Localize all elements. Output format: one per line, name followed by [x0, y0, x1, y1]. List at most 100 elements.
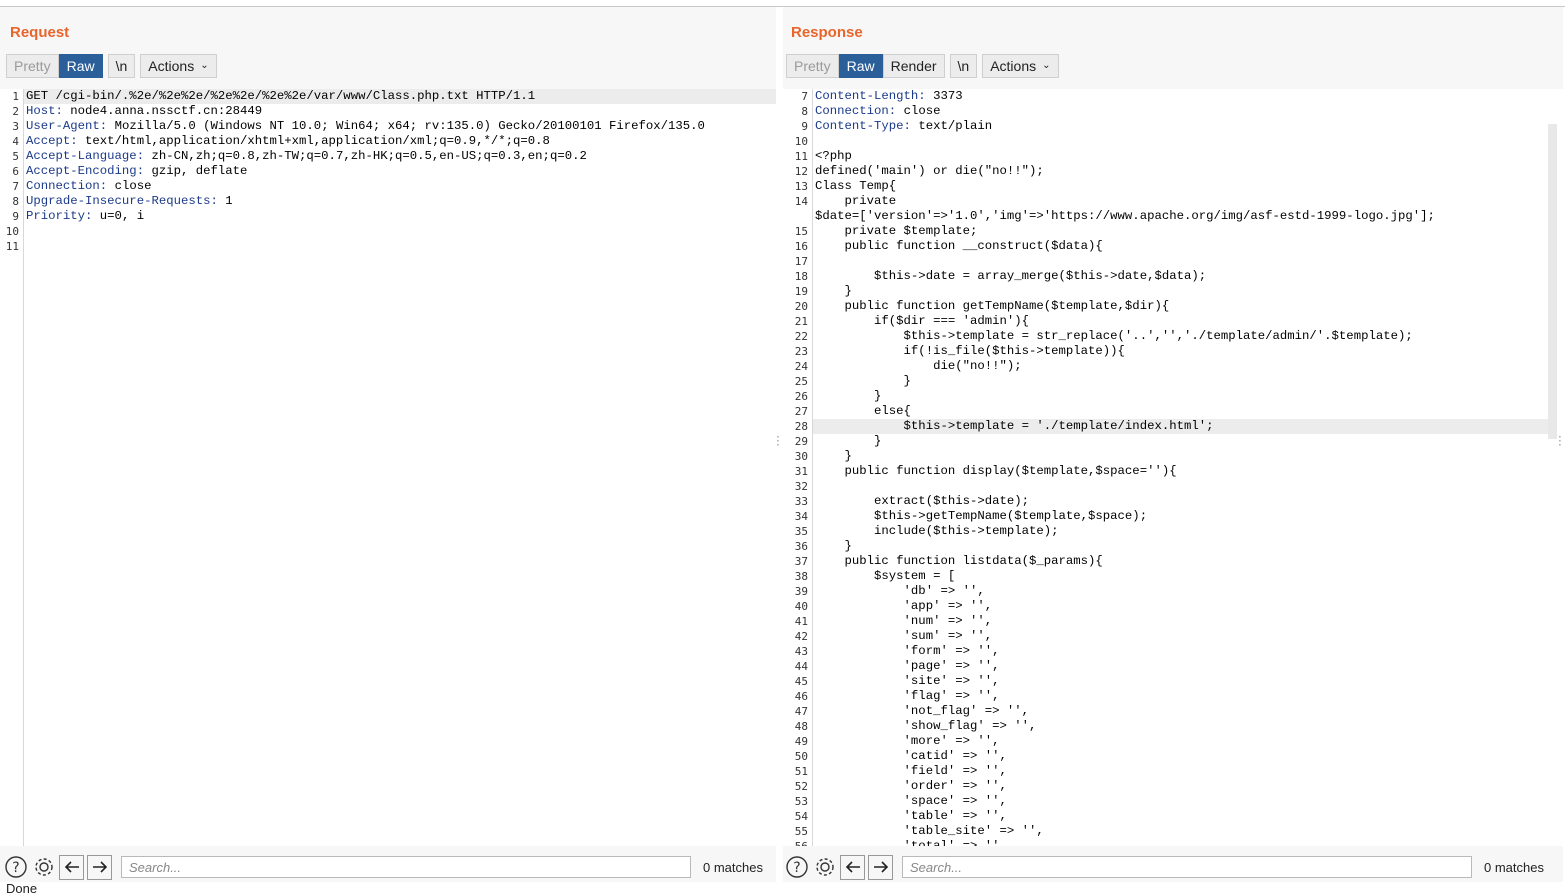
- response-editor[interactable]: 7 Content-Length: 3373 8 Connection: close 9…: [783, 89, 1563, 846]
- line-number: 7: [801, 90, 808, 103]
- code-line: 'field' => '',: [815, 764, 1007, 779]
- line-text: $date=['version'=>'1.0','img'=>'https://…: [815, 209, 1435, 223]
- code-line: <?php: [815, 149, 852, 164]
- response-prev-button[interactable]: [840, 854, 865, 880]
- response-search-input[interactable]: [902, 856, 1472, 878]
- svg-text:?: ?: [793, 860, 800, 876]
- request-actions-button[interactable]: Actions ⌄: [140, 53, 217, 78]
- line-text: public function display($template,$space…: [815, 464, 1177, 478]
- line-number: 23: [794, 345, 808, 358]
- line-number: 32: [794, 480, 808, 493]
- line-text: 'num' => '',: [815, 614, 993, 628]
- line-number: 1: [12, 90, 19, 103]
- chevron-down-icon: ⌄: [1042, 60, 1051, 71]
- settings-icon: [34, 858, 53, 876]
- code-line: 'table' => '',: [815, 809, 1007, 824]
- line-text: $this->date = array_merge($this->date,$d…: [815, 269, 1207, 283]
- request-tab-pretty[interactable]: Pretty: [6, 53, 59, 78]
- line-number: 22: [794, 330, 808, 343]
- code-line: 'page' => '',: [815, 659, 1000, 674]
- line-number: 13: [794, 180, 808, 193]
- request-tab-raw[interactable]: Raw: [58, 53, 103, 78]
- code-line: $this->date = array_merge($this->date,$d…: [815, 269, 1206, 284]
- line-text: }: [815, 449, 852, 463]
- line-text: 'show_flag' => '',: [815, 719, 1037, 733]
- code-line: 'space' => '',: [815, 794, 1007, 809]
- response-tab-raw[interactable]: Raw: [838, 53, 883, 78]
- code-line: Host: node4.anna.nssctf.cn:28449: [26, 104, 262, 119]
- code-line: User-Agent: Mozilla/5.0 (Windows NT 10.0…: [26, 119, 705, 134]
- line-text: GET /cgi-bin/.%2e/%2e%2e/%2e%2e/%2e%2e/v…: [26, 89, 536, 103]
- request-settings-button[interactable]: [31, 855, 56, 880]
- response-tab-pretty[interactable]: Pretty: [786, 53, 839, 78]
- code-line: $date=['version'=>'1.0','img'=>'https://…: [815, 209, 1435, 224]
- code-line: public function __construct($data){: [815, 239, 1103, 254]
- code-line: Content-Length: 3373: [815, 89, 963, 104]
- response-tab-render[interactable]: Render: [882, 53, 945, 78]
- code-line: Priority: u=0, i: [26, 209, 144, 224]
- line-text: private: [815, 194, 897, 208]
- code-line: if($dir === 'admin'){: [815, 314, 1029, 329]
- line-text: 'table_site' => '',: [815, 824, 1044, 838]
- line-number: 56: [783, 840, 808, 846]
- line-number: 5: [12, 150, 19, 163]
- line-number: 29: [794, 435, 808, 448]
- code-line: defined('main') or die("no!!");: [815, 164, 1044, 179]
- svg-text:?: ?: [12, 860, 19, 876]
- code-line: public function getTempName($template,$d…: [815, 299, 1170, 314]
- response-actions-button[interactable]: Actions ⌄: [982, 53, 1059, 78]
- response-settings-button[interactable]: [812, 855, 837, 880]
- request-help-button[interactable]: ?: [3, 855, 28, 880]
- line-number: 10: [794, 135, 808, 148]
- request-tab-newline[interactable]: \n: [107, 53, 136, 78]
- line-number: 7: [12, 180, 19, 193]
- line-text: u=0, i: [92, 209, 145, 223]
- code-line: Class Temp{: [815, 179, 896, 194]
- response-help-button[interactable]: ?: [784, 855, 809, 880]
- line-number: 43: [794, 645, 808, 658]
- code-line: Content-Type: text/plain: [815, 119, 992, 134]
- line-number: 21: [794, 315, 808, 328]
- line-text: }: [815, 389, 882, 403]
- code-line: 'db' => '',: [815, 584, 985, 599]
- line-text: 'app' => '',: [815, 599, 993, 613]
- line-number: 25: [794, 375, 808, 388]
- line-text: die("no!!");: [815, 359, 1022, 373]
- line-number: 27: [794, 405, 808, 418]
- request-editor[interactable]: 1 GET /cgi-bin/.%2e/%2e%2e/%2e%2e/%2e%2e/…: [0, 89, 776, 846]
- line-number: 11: [5, 240, 19, 253]
- code-line: 'app' => '',: [815, 599, 993, 614]
- code-line: Accept: text/html,application/xhtml+xml,…: [26, 134, 550, 149]
- line-number: 39: [794, 585, 808, 598]
- line-text: private $template;: [815, 224, 978, 238]
- divider-grip-icon: · · ·: [776, 430, 780, 452]
- line-number: 42: [794, 630, 808, 643]
- header-key: Accept-Encoding:: [26, 164, 145, 178]
- code-line: Connection: close: [815, 104, 940, 119]
- line-number: 52: [794, 780, 808, 793]
- response-actions-label: Actions: [990, 57, 1037, 74]
- request-prev-button[interactable]: [59, 854, 84, 880]
- chevron-down-icon: ⌄: [200, 60, 209, 71]
- response-tab-newline[interactable]: \n: [949, 53, 978, 78]
- line-text: }: [815, 284, 852, 298]
- header-key: Accept-Language:: [26, 149, 145, 163]
- line-text: public function __construct($data){: [815, 239, 1103, 253]
- code-line: 'form' => '',: [815, 644, 1000, 659]
- request-next-button[interactable]: [87, 854, 112, 880]
- pane-divider[interactable]: · · ·: [776, 7, 783, 882]
- line-number: 19: [794, 285, 808, 298]
- request-search-input[interactable]: [121, 856, 691, 878]
- arrow-left-icon: [64, 861, 79, 873]
- arrow-left-icon: [845, 861, 860, 873]
- request-actions-label: Actions: [148, 57, 195, 74]
- line-text: 'space' => '',: [815, 794, 1007, 808]
- response-scrollbar[interactable]: [1548, 124, 1557, 439]
- line-text: 'db' => '',: [815, 584, 985, 598]
- header-key: Priority:: [26, 209, 93, 223]
- line-text: <?php: [815, 149, 852, 163]
- line-text: include($this->template);: [815, 524, 1059, 538]
- header-key: Host:: [26, 104, 63, 118]
- line-number: 36: [794, 540, 808, 553]
- response-next-button[interactable]: [868, 854, 893, 880]
